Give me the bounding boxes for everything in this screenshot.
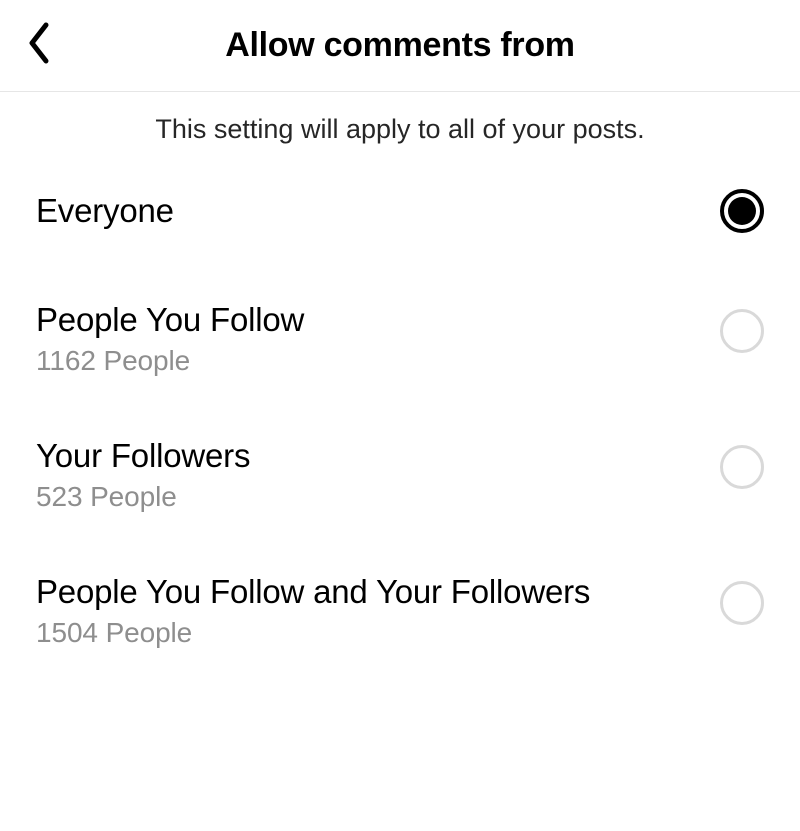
page-title: Allow comments from xyxy=(0,26,800,65)
option-text: People You Follow 1162 People xyxy=(36,301,304,377)
option-people-you-follow-and-your-followers[interactable]: People You Follow and Your Followers 150… xyxy=(36,551,764,687)
chevron-left-icon xyxy=(26,21,54,70)
header: Allow comments from xyxy=(0,0,800,92)
option-sublabel: 1504 People xyxy=(36,617,590,649)
option-label: Everyone xyxy=(36,192,174,230)
radio-button[interactable] xyxy=(720,445,764,489)
radio-button[interactable] xyxy=(720,309,764,353)
option-everyone[interactable]: Everyone xyxy=(36,165,764,279)
radio-button[interactable] xyxy=(720,189,764,233)
radio-selected-icon xyxy=(728,197,756,225)
option-text: Everyone xyxy=(36,192,174,230)
option-label: People You Follow xyxy=(36,301,304,339)
option-people-you-follow[interactable]: People You Follow 1162 People xyxy=(36,279,764,415)
options-list: Everyone People You Follow 1162 People Y… xyxy=(0,165,800,687)
option-label: Your Followers xyxy=(36,437,250,475)
option-your-followers[interactable]: Your Followers 523 People xyxy=(36,415,764,551)
setting-subtitle: This setting will apply to all of your p… xyxy=(0,92,800,165)
option-text: Your Followers 523 People xyxy=(36,437,250,513)
option-sublabel: 1162 People xyxy=(36,345,304,377)
option-text: People You Follow and Your Followers 150… xyxy=(36,573,590,649)
option-sublabel: 523 People xyxy=(36,481,250,513)
radio-button[interactable] xyxy=(720,581,764,625)
back-button[interactable] xyxy=(20,26,60,66)
option-label: People You Follow and Your Followers xyxy=(36,573,590,611)
